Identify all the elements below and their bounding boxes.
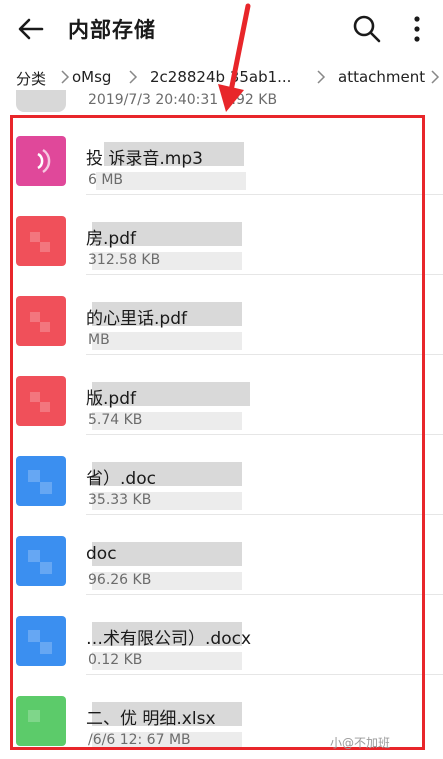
file-name: 房.pdf [86,229,136,249]
chevron-right-icon [431,70,440,84]
doc-file-icon [16,616,66,666]
file-meta: 35.33 KB [88,492,152,508]
file-meta: /6/6 12: 67 MB [88,732,191,748]
breadcrumb-item-hash[interactable]: 2c28824b 35ab1... [150,68,291,86]
doc-file-icon [16,536,66,586]
file-name: …术有限公司）.docx [86,629,252,649]
file-meta: 5.74 KB [88,412,143,428]
file-meta: MB [88,332,110,348]
redaction-block [92,332,242,350]
file-name: 投 诉录音.mp3 [86,149,203,169]
chevron-right-icon [61,70,70,84]
file-name: 二、优 明细.xlsx [86,709,216,729]
chevron-right-icon [129,70,138,84]
list-item[interactable]: doc 96.26 KB [0,514,443,595]
list-item-partial[interactable]: 2019/7/3 20:40:31 3.92 KB [0,90,443,114]
file-meta: 6 MB [88,172,124,188]
list-item[interactable]: 房.pdf 312.58 KB [0,194,443,275]
list-item[interactable]: 的心里话.pdf MB [0,274,443,355]
file-name: doc [86,544,117,564]
file-icon [16,90,66,112]
page-title: 内部存储 [68,18,156,42]
breadcrumb-item-omsg[interactable]: oMsg [72,68,111,86]
file-meta: 312.58 KB [88,252,161,268]
back-arrow-icon[interactable] [14,12,48,46]
more-vertical-icon[interactable] [405,12,429,46]
list-item[interactable]: 省）.doc 35.33 KB [0,434,443,515]
chevron-right-icon [317,70,326,84]
xls-file-icon [16,696,66,746]
watermark: 小@不加班 [330,736,391,750]
file-meta: 96.26 KB [88,572,152,588]
audio-file-icon [16,136,66,186]
breadcrumb-item-attachment[interactable]: attachment [338,68,425,86]
file-name: 省）.doc [86,469,156,489]
pdf-file-icon [16,376,66,426]
pdf-file-icon [16,296,66,346]
file-name: 的心里话.pdf [86,309,187,329]
file-meta: 2019/7/3 20:40:31 3.92 KB [88,92,278,108]
list-item[interactable]: 投 诉录音.mp3 6 MB [0,114,443,195]
file-name: 版.pdf [86,389,136,409]
file-meta: 0.12 KB [88,652,143,668]
app-bar: 内部存储 [0,0,443,58]
pdf-file-icon [16,216,66,266]
list-item[interactable]: 版.pdf 5.74 KB [0,354,443,435]
search-icon[interactable] [350,12,384,46]
list-item[interactable]: …术有限公司）.docx 0.12 KB [0,594,443,675]
breadcrumb-item-category[interactable]: 分类 [16,68,46,89]
doc-file-icon [16,456,66,506]
